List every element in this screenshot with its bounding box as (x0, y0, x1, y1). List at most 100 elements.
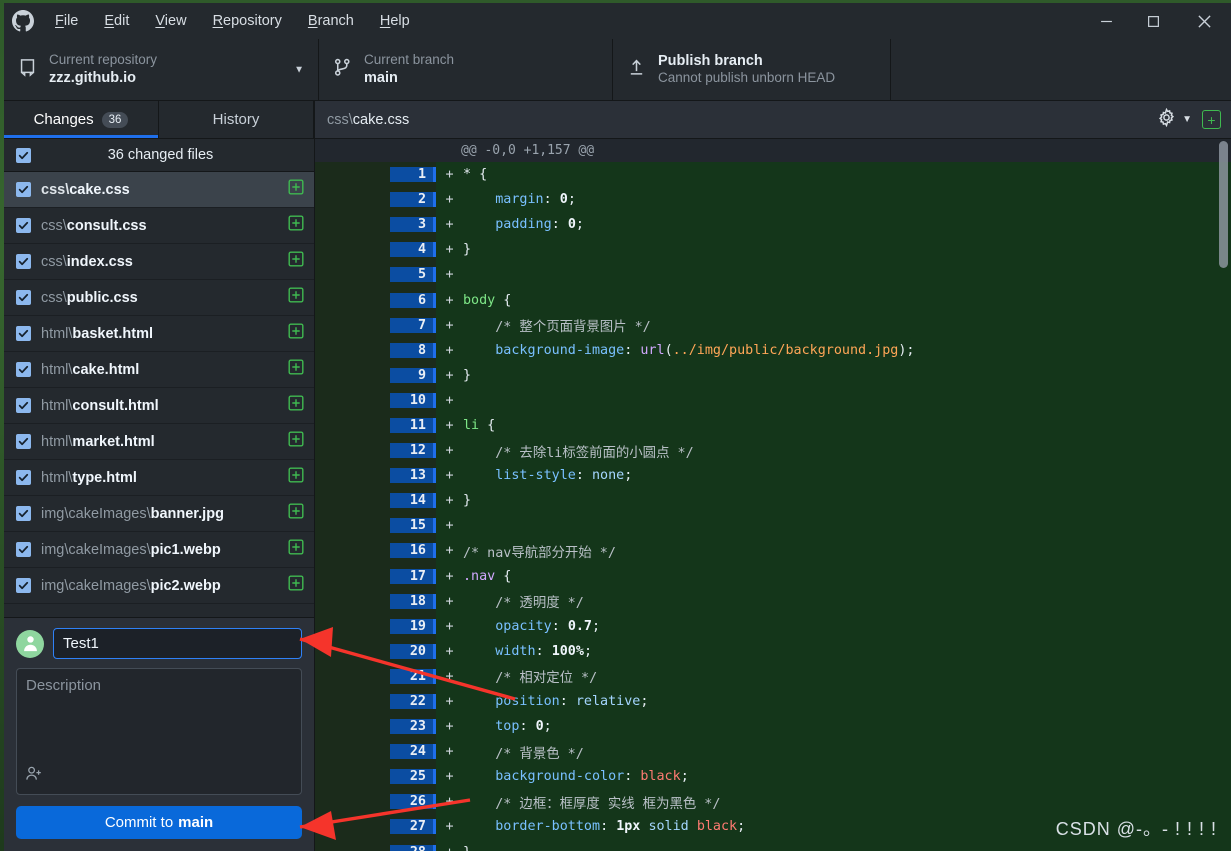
diff-line[interactable]: 25 + background-color: black; (315, 764, 1231, 790)
commit-to-branch-button[interactable]: Commit to main (16, 806, 302, 839)
diff-line-marker: + (445, 543, 454, 559)
code-token: ; (592, 618, 601, 634)
file-row[interactable]: img\cakeImages\pic1.webp (4, 532, 314, 568)
code-token: } (463, 367, 472, 383)
diff-options-button[interactable]: ▼ (1157, 107, 1192, 132)
diff-line-content: + .nav { (436, 563, 1231, 589)
diff-line[interactable]: 3 + padding: 0; (315, 212, 1231, 238)
publish-branch-button[interactable]: Publish branch Cannot publish unborn HEA… (613, 39, 891, 100)
code-token: body (463, 292, 496, 308)
diff-line[interactable]: 28+} (315, 839, 1231, 851)
checkbox-checked-icon[interactable] (16, 147, 31, 163)
file-row[interactable]: html\cake.html (4, 352, 314, 388)
file-row[interactable]: css\cake.css (4, 172, 314, 208)
menu-item-edit[interactable]: Edit (91, 8, 142, 34)
checkbox-checked-icon[interactable] (16, 218, 31, 233)
add-coauthor-icon[interactable] (25, 765, 43, 788)
tab-changes[interactable]: Changes 36 (4, 101, 159, 138)
file-row[interactable]: css\consult.css (4, 208, 314, 244)
diff-line-marker: + (445, 618, 454, 634)
diff-vertical-scrollbar[interactable] (1219, 141, 1228, 268)
diff-line[interactable]: 8 + background-image: url(../img/public/b… (315, 337, 1231, 363)
changed-files-list[interactable]: css\cake.css css\consult.css css\index.css… (4, 172, 314, 617)
minimize-icon[interactable] (1083, 3, 1130, 39)
diff-line[interactable]: 15 + (315, 513, 1231, 539)
checkbox-checked-icon[interactable] (16, 542, 31, 557)
diff-line[interactable]: 24 + /* 背景色 */ (315, 739, 1231, 765)
code-text: opacity: 0.7; (463, 619, 1231, 634)
diff-line-marker: + (445, 242, 454, 258)
file-row[interactable]: html\consult.html (4, 388, 314, 424)
menu-item-help[interactable]: Help (367, 8, 423, 34)
file-path: css\index.css (41, 254, 278, 270)
menu-item-file[interactable]: File (42, 8, 91, 34)
tab-history[interactable]: History (159, 101, 314, 138)
diff-line[interactable]: 9 +} (315, 362, 1231, 388)
diff-line[interactable]: 6 + body { (315, 287, 1231, 313)
checkbox-checked-icon[interactable] (16, 326, 31, 341)
chevron-down-icon[interactable]: ▼ (1182, 114, 1192, 125)
diff-line[interactable]: 5 + (315, 262, 1231, 288)
maximize-icon[interactable] (1130, 3, 1177, 39)
select-all-files-row[interactable]: 36 changed files (4, 139, 314, 172)
checkbox-checked-icon[interactable] (16, 290, 31, 305)
code-token: url (640, 342, 665, 358)
file-row[interactable]: css\index.css (4, 244, 314, 280)
file-row[interactable]: html\type.html (4, 460, 314, 496)
file-row[interactable]: img\cakeImages\banner.jpg (4, 496, 314, 532)
file-directory: css\ (41, 253, 67, 270)
code-token: ; (640, 694, 649, 710)
checkbox-checked-icon[interactable] (16, 182, 31, 197)
file-row[interactable]: html\basket.html (4, 316, 314, 352)
file-row[interactable]: css\public.css (4, 280, 314, 316)
diff-line[interactable]: 16 + /* nav导航部分开始 */ (315, 538, 1231, 564)
checkbox-checked-icon[interactable] (16, 254, 31, 269)
diff-line[interactable]: 19 + opacity: 0.7; (315, 613, 1231, 639)
diff-content[interactable]: @@ -0,0 +1,157 @@ 1 + * {2 + margin: 0; 3 + p… (315, 139, 1231, 851)
diff-line[interactable]: 22 + position: relative; (315, 688, 1231, 715)
code-text: /* 背景色 */ (463, 742, 1231, 762)
expand-all-icon[interactable]: + (1202, 110, 1221, 129)
diff-line[interactable]: 21 + /* 相对定位 */ (315, 663, 1231, 689)
diff-line[interactable]: 26 + /* 边框：框厚度 实线 框为黑色 */ (315, 789, 1231, 815)
menu-label-file-rest: ile (63, 13, 79, 29)
checkbox-checked-icon[interactable] (16, 362, 31, 377)
diff-line[interactable]: 13 + list-style: none; (315, 463, 1231, 489)
diff-line[interactable]: 4 +} (315, 237, 1231, 263)
current-branch-button[interactable]: Current branch main (319, 39, 613, 100)
code-token: relative (575, 694, 641, 710)
gear-icon[interactable] (1157, 107, 1176, 132)
code-token: ; (624, 468, 633, 484)
diff-line[interactable]: 12 + /* 去除li标签前面的小圆点 */ (315, 438, 1231, 464)
diff-line[interactable]: 2 + margin: 0; (315, 187, 1231, 213)
commit-description-box[interactable]: Description (16, 668, 302, 795)
close-icon[interactable] (1177, 3, 1231, 39)
commit-summary-input[interactable] (53, 628, 302, 659)
checkbox-checked-icon[interactable] (16, 434, 31, 449)
diff-line[interactable]: 10 + (315, 387, 1231, 413)
checkbox-checked-icon[interactable] (16, 506, 31, 521)
diff-line[interactable]: 7 + /* 整个页面背景图片 */ (315, 312, 1231, 338)
diff-line[interactable]: 1 + * { (315, 162, 1231, 188)
file-row[interactable]: img\cakeImages\pic2.webp (4, 568, 314, 604)
diff-line[interactable]: 17 + .nav { (315, 563, 1231, 589)
github-mark-icon[interactable] (4, 10, 42, 32)
file-row[interactable]: html\market.html (4, 424, 314, 460)
current-repository-button[interactable]: Current repository zzz.github.io ▼ (4, 39, 319, 100)
menu-item-repository[interactable]: Repository (200, 8, 295, 34)
diff-line[interactable]: 14 +} (315, 488, 1231, 514)
diff-line-content: + body { (436, 287, 1231, 313)
checkbox-checked-icon[interactable] (16, 398, 31, 413)
menu-item-view[interactable]: View (142, 8, 199, 34)
checkbox-checked-icon[interactable] (16, 578, 31, 593)
diff-line[interactable]: 20 + width: 100%; (315, 638, 1231, 664)
menu-item-branch[interactable]: Branch (295, 8, 367, 34)
code-text: margin: 0; (463, 192, 1231, 207)
diff-line[interactable]: 23 + top: 0; (315, 714, 1231, 740)
diff-line-content: + /* 边框：框厚度 实线 框为黑色 */ (436, 789, 1231, 815)
checkbox-checked-icon[interactable] (16, 470, 31, 485)
diff-line[interactable]: 11 + li { (315, 412, 1231, 439)
diff-line[interactable]: 18 + /* 透明度 */ (315, 588, 1231, 614)
